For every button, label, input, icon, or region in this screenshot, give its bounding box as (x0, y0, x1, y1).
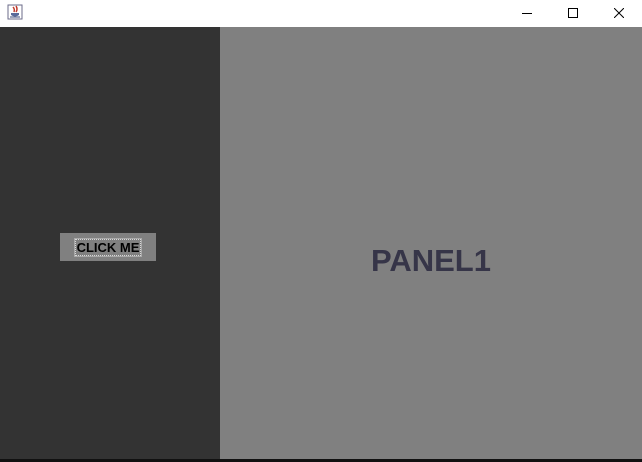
app-window: CLICK ME PANEL1 (0, 0, 642, 462)
java-cup-icon[interactable] (7, 4, 23, 20)
left-panel: CLICK ME (0, 27, 220, 459)
content-area: CLICK ME PANEL1 (0, 27, 642, 459)
right-panel: PANEL1 (220, 27, 642, 459)
title-bar[interactable] (0, 0, 642, 27)
click-me-button-label: CLICK ME (73, 237, 143, 257)
panel-title: PANEL1 (370, 243, 491, 278)
close-button[interactable] (596, 0, 642, 27)
close-icon (613, 5, 625, 23)
maximize-icon (568, 5, 578, 23)
minimize-button[interactable] (504, 0, 550, 27)
maximize-button[interactable] (550, 0, 596, 27)
minimize-icon (522, 5, 532, 23)
click-me-button[interactable]: CLICK ME (60, 233, 156, 261)
